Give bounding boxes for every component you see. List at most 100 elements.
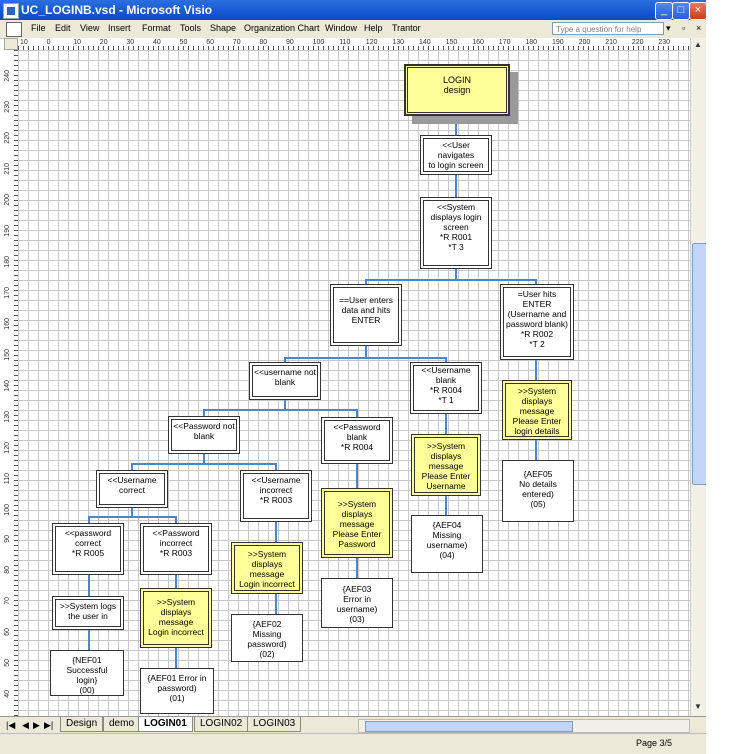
shape-aef01[interactable]: {AEF01 Error in password) (01) [140, 668, 214, 714]
shape-text: <<Password not [173, 421, 235, 431]
shape-password-not-blank[interactable]: <<Password not blank [168, 416, 240, 454]
menu-format[interactable]: Format [142, 23, 171, 33]
shape-text: displays message [428, 451, 464, 471]
shape-password-correct[interactable]: <<password correct *R R005 [52, 523, 124, 575]
tab-demo[interactable]: demo [103, 717, 141, 732]
last-page-icon[interactable]: ▶| [44, 720, 53, 731]
scroll-up-icon[interactable]: ▲ [694, 40, 702, 49]
shape-text: (03) [349, 614, 365, 624]
shape-password-incorrect[interactable]: <<Password incorrect *R R003 [140, 523, 212, 575]
visio-app-icon[interactable] [3, 3, 19, 19]
shape-aef03[interactable]: {AEF03 Error in username) (03) [321, 578, 393, 628]
ruler-tick-label: 150 [445, 39, 458, 46]
menu-view[interactable]: View [80, 23, 99, 33]
shape-text: >>System [517, 386, 557, 396]
scroll-down-icon[interactable]: ▼ [694, 702, 702, 711]
shape-password-blank[interactable]: <<Password blank *R R004 [321, 417, 393, 464]
doc-restore-button[interactable]: ▫ [682, 23, 685, 33]
shape-text: (02) [259, 649, 275, 659]
tab-design[interactable]: Design [60, 717, 104, 732]
shape-text: *R R004 [340, 442, 374, 452]
shape-msg-login-incorrect-2[interactable]: >>System displays message Login incorrec… [231, 542, 303, 594]
shape-text: ENTER [522, 299, 552, 309]
shape-text: Missing [432, 530, 462, 540]
shape-username-incorrect[interactable]: <<Username incorrect *R R003 [240, 470, 312, 522]
shape-user-enters-data[interactable]: ==User enters data and hits ENTER [330, 284, 402, 346]
menu-window[interactable]: Window [325, 23, 357, 33]
drawing-canvas[interactable]: LOGIN design <<User navigates to login s… [18, 50, 690, 716]
ruler-tick-label: 180 [525, 39, 538, 46]
shape-login-design[interactable]: LOGIN design [404, 64, 510, 116]
ruler-tick-label: 230 [658, 39, 671, 46]
shape-text: username) [426, 540, 468, 550]
shape-text: *R R003 [159, 548, 193, 558]
vertical-scroll-thumb[interactable] [692, 243, 707, 485]
first-page-icon[interactable]: |◀ [6, 720, 15, 731]
ruler-tick-label: 110 [339, 39, 351, 46]
menu-edit[interactable]: Edit [55, 23, 71, 33]
ruler-tick-label: 230 [4, 101, 11, 113]
ruler-tick-label: 220 [4, 132, 11, 144]
shape-aef02[interactable]: {AEF02 Missing password) (02) [231, 614, 303, 662]
shape-system-logs-user-in[interactable]: >>System logs the user in [52, 596, 124, 630]
shape-system-displays-login[interactable]: <<System displays login screen *R R001 *… [420, 197, 492, 269]
shape-username-correct[interactable]: <<Username correct [96, 470, 168, 508]
ruler-tick-label: 170 [498, 39, 511, 46]
next-page-icon[interactable]: ▶ [33, 720, 40, 731]
maximize-button[interactable]: □ [672, 2, 690, 20]
shape-username-blank[interactable]: <<Username blank *R R004 *T 1 [410, 362, 482, 414]
help-search-input[interactable]: Type a question for help [552, 22, 664, 35]
shape-text: <<Password [333, 422, 381, 432]
doc-close-button[interactable]: × [696, 23, 701, 33]
shape-username-not-blank[interactable]: <<username not blank [249, 362, 321, 400]
ruler-tick-label: 110 [4, 473, 11, 485]
shape-text: *R R004 [429, 385, 463, 395]
prev-page-icon[interactable]: ◀ [22, 720, 29, 731]
shape-msg-enter-password[interactable]: >>System displays message Please Enter P… [321, 488, 393, 558]
shape-text: Login incorrect [239, 579, 295, 589]
menu-shape[interactable]: Shape [210, 23, 236, 33]
shape-text: displays login [430, 212, 482, 222]
shape-text: {AEF01 Error in [147, 673, 207, 683]
help-dropdown-icon[interactable]: ▾ [666, 23, 671, 34]
shape-user-hits-enter[interactable]: =User hits ENTER (Username and password … [500, 284, 574, 360]
shape-text: correct [119, 485, 145, 495]
minimize-button[interactable]: _ [655, 2, 673, 20]
shape-user-navigates[interactable]: <<User navigates to login screen [420, 135, 492, 175]
horizontal-scroll-thumb[interactable] [365, 721, 573, 732]
close-button[interactable]: × [689, 2, 707, 20]
shape-text: <<password [64, 528, 112, 538]
shape-aef04[interactable]: {AEF04 Missing username) (04) [411, 515, 483, 573]
shape-text: password) [157, 683, 197, 693]
tab-login01[interactable]: LOGIN01 [138, 717, 193, 732]
shape-nef01[interactable]: {NEF01 Successful login} (00) [50, 650, 124, 696]
shape-text: displays message [339, 509, 375, 529]
menu-help[interactable]: Help [364, 23, 383, 33]
vertical-ruler[interactable]: 240 230 220 210 200 190 180 170 160 150 140 130 120 1… [4, 50, 19, 716]
ruler-tick-label: 200 [4, 194, 11, 206]
ruler-tick-label: 120 [4, 442, 11, 454]
shape-msg-login-incorrect-1[interactable]: >>System displays message Login incorrec… [140, 588, 212, 648]
shape-msg-enter-login-details[interactable]: >>System displays message Please Enter l… [502, 380, 572, 440]
shape-text: >>System [156, 597, 196, 607]
shape-msg-enter-username[interactable]: >>System displays message Please Enter U… [411, 434, 481, 496]
document-icon[interactable] [6, 22, 22, 37]
ruler-tick-label: 70 [232, 39, 241, 46]
menu-tools[interactable]: Tools [180, 23, 201, 33]
ruler-tick-label: 50 [4, 659, 11, 667]
ruler-corner[interactable] [4, 38, 18, 50]
shape-text: {AEF05 [523, 469, 553, 479]
shape-text: LOGIN [442, 75, 471, 85]
menu-insert[interactable]: Insert [108, 23, 131, 33]
horizontal-scrollbar[interactable] [358, 719, 690, 733]
menu-file[interactable]: File [31, 23, 46, 33]
shape-text: {AEF02 [252, 619, 282, 629]
menu-trantor[interactable]: Trantor [392, 23, 421, 33]
tab-login02[interactable]: LOGIN02 [194, 717, 249, 732]
shape-aef05[interactable]: {AEF05 No details entered) (05) [502, 460, 574, 522]
vertical-scrollbar[interactable]: ▲ ▼ [690, 38, 707, 716]
tab-login03[interactable]: LOGIN03 [247, 717, 302, 732]
menu-organization-chart[interactable]: Organization Chart [244, 23, 320, 33]
shape-text: {AEF03 [342, 584, 372, 594]
shape-text: screen [443, 222, 469, 232]
